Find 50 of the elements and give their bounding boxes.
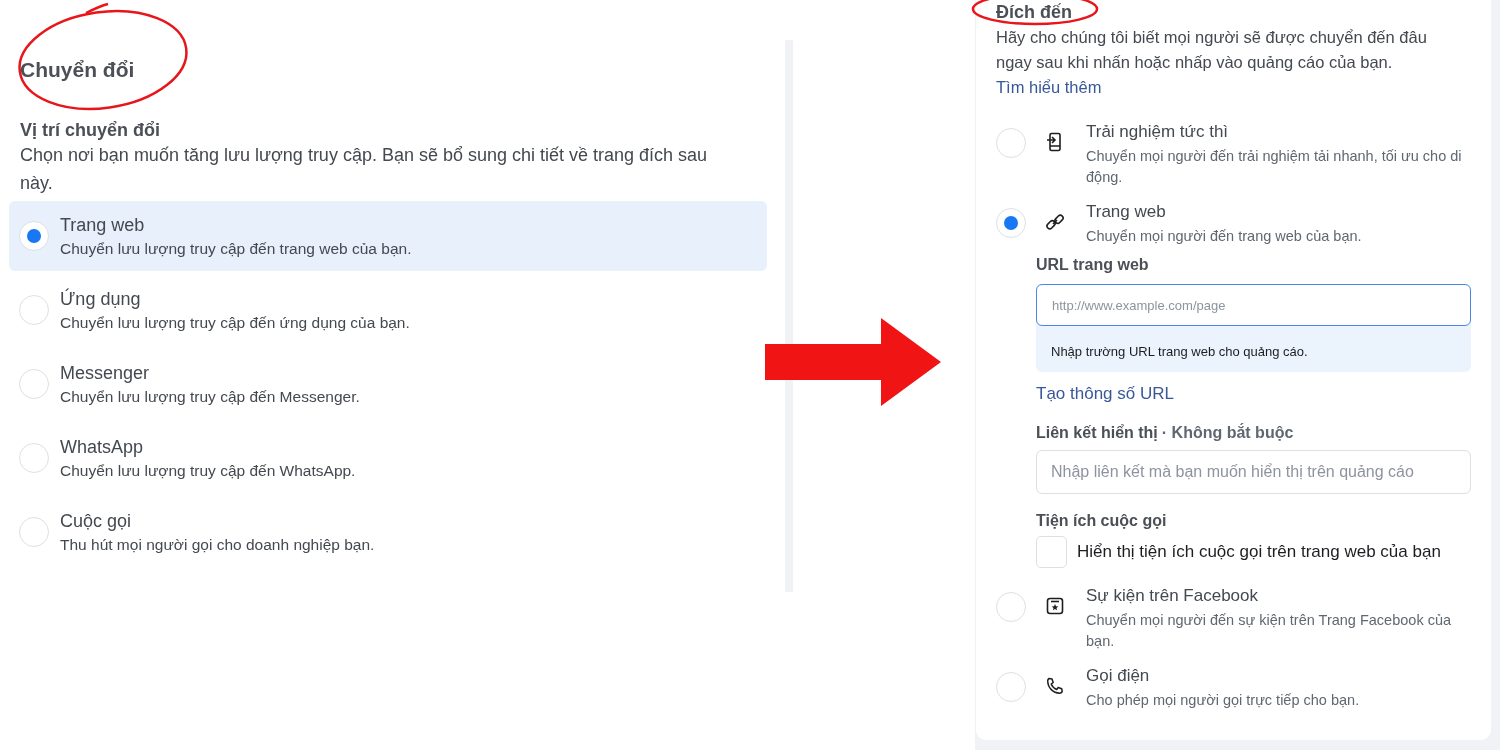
option-description: Thu hút mọi người gọi cho doanh nghiệp bạn. [60, 535, 375, 554]
option-label: Cuộc gọi [60, 510, 133, 532]
url-label: URL trang web [1036, 256, 1150, 274]
option-label: WhatsApp [60, 436, 145, 458]
optional-label: · Không bắt buộc [1161, 424, 1294, 442]
option-description: Chuyển mọi người đến trang web của bạn. [1086, 227, 1363, 246]
url-parameters-link[interactable]: Tạo thông số URL [1036, 384, 1174, 404]
conversion-option[interactable]: WhatsApp Chuyển lưu lượng truy cập đến WhatsApp. [9, 423, 767, 493]
call-extension-label: Tiện ích cuộc gọi [1036, 512, 1168, 530]
url-hint: Nhập trường URL trang web cho quảng cáo. [1050, 343, 1309, 361]
option-description: Chuyển lưu lượng truy cập đến WhatsApp. [60, 461, 356, 480]
radio-button[interactable] [19, 221, 49, 251]
url-input-field[interactable]: http://www.example.com/page [1036, 284, 1471, 326]
conversion-option[interactable]: Messenger Chuyển lưu lượng truy cập đến Messenger. [9, 349, 767, 419]
option-description: Chuyển mọi người đến sự kiện trên Trang Facebook của bạn. [1086, 611, 1453, 651]
display-link-label: Liên kết hiển thị [1036, 424, 1158, 442]
conversion-option[interactable]: Trang web Chuyển lưu lượng truy cập đến trang web của bạn. [9, 201, 767, 271]
display-link-input-field[interactable]: Nhập liên kết mà bạn muốn hiển thị trên quảng cáo [1036, 450, 1471, 494]
section-description: Hãy cho chúng tôi biết mọi người sẽ được chuyển đến đâu ngay sau khi nhấn hoặc nhấp vào quảng cáo của bạn. Tìm hiểu thêm [996, 27, 1428, 98]
option-description: Chuyển lưu lượng truy cập đến trang web của bạn. [60, 239, 412, 258]
radio-button[interactable] [19, 369, 49, 399]
option-description: Chuyển lưu lượng truy cập đến ứng dụng của bạn. [60, 313, 410, 332]
section-label: Vị trí chuyển đổi [19, 120, 162, 141]
option-label: Trải nghiệm tức thì [1086, 122, 1230, 142]
option-description: Chuyển lưu lượng truy cập đến Messenger. [60, 387, 360, 406]
checkbox[interactable] [1036, 536, 1067, 568]
phone-icon [1045, 676, 1065, 696]
radio-button[interactable] [996, 128, 1026, 158]
conversion-option[interactable]: Cuộc gọi Thu hút mọi người gọi cho doanh nghiệp bạn. [9, 497, 767, 567]
radio-button[interactable] [19, 517, 49, 547]
radio-button[interactable] [996, 592, 1026, 622]
panel-title: Đích đến [996, 2, 1072, 23]
option-label: Gọi điện [1086, 666, 1151, 686]
option-description: Chuyển mọi người đến trải nghiệm tải nhanh, tối ưu cho di động. [1086, 147, 1463, 187]
radio-button[interactable] [19, 443, 49, 473]
conversion-option[interactable]: Ứng dụng Chuyển lưu lượng truy cập đến ứng dụng của bạn. [9, 275, 767, 345]
section-description: Chọn nơi bạn muốn tăng lưu lượng truy cập. Bạn sẽ bổ sung chi tiết về trang đích sau này. [19, 144, 709, 195]
radio-button[interactable] [996, 672, 1026, 702]
option-description: Cho phép mọi người gọi trực tiếp cho bạn. [1086, 691, 1361, 710]
panel-title: Chuyển đổi [19, 58, 136, 82]
link-icon [1045, 212, 1065, 232]
option-label: Trang web [60, 214, 146, 236]
option-label: Sự kiện trên Facebook [1086, 586, 1260, 606]
checkbox-label: Hiển thị tiện ích cuộc gọi trên trang web của bạn [1077, 542, 1441, 562]
radio-button[interactable] [996, 208, 1026, 238]
learn-more-link[interactable]: Tìm hiểu thêm [996, 78, 1102, 96]
option-label: Ứng dụng [60, 288, 142, 310]
option-label: Messenger [60, 362, 151, 384]
radio-button[interactable] [19, 295, 49, 325]
option-label: Trang web [1086, 202, 1167, 222]
